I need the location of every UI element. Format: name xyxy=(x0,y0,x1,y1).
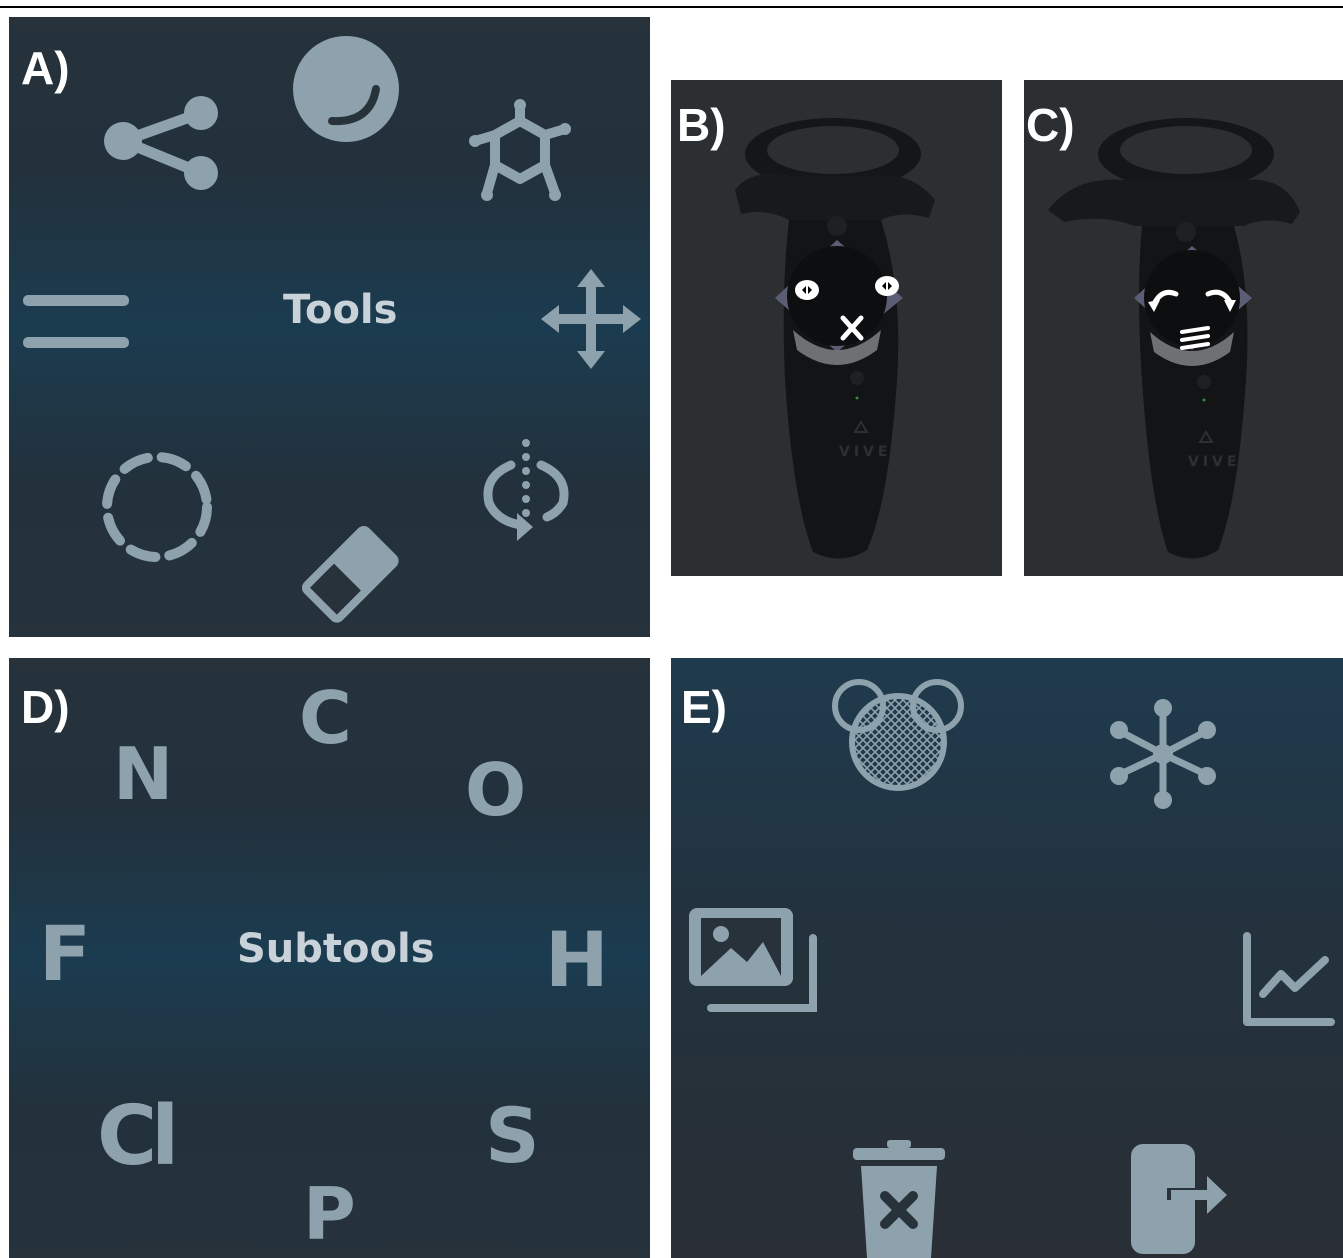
tools-radial-menu: A) Tools xyxy=(9,17,650,637)
controller-brand-text: VIVE xyxy=(839,444,892,460)
line-chart-icon[interactable] xyxy=(1237,930,1337,1030)
eraser-icon[interactable] xyxy=(291,515,411,633)
dashed-circle-icon[interactable] xyxy=(97,451,217,563)
element-fluorine[interactable]: F xyxy=(39,916,91,992)
controller-undo-view: C) VIVE xyxy=(1024,80,1343,576)
move-arrows-icon[interactable] xyxy=(541,269,641,369)
exit-icon[interactable] xyxy=(1127,1140,1231,1258)
element-oxygen[interactable]: O xyxy=(465,754,526,826)
delete-icon[interactable] xyxy=(849,1140,949,1258)
controller-tools-view: B) VIVE xyxy=(671,80,1002,576)
controller-brand-text: VIVE xyxy=(1188,454,1241,470)
element-chlorine[interactable]: Cl xyxy=(97,1096,179,1178)
element-carbon[interactable]: C xyxy=(299,682,352,754)
left-arrow-icon[interactable] xyxy=(793,278,821,302)
mesh-surface-icon[interactable] xyxy=(831,676,965,794)
subtools-center-title: Subtools xyxy=(237,926,435,972)
panel-e-label: E) xyxy=(681,681,727,733)
element-hydrogen[interactable]: H xyxy=(545,922,609,998)
element-nitrogen[interactable]: N xyxy=(113,738,173,810)
menu-icon[interactable] xyxy=(1178,324,1212,352)
molecule-spokes-icon[interactable] xyxy=(1107,698,1219,810)
subtools-radial-menu: D) C N O F Subtools H Cl S P xyxy=(9,658,650,1258)
redo-icon[interactable] xyxy=(1206,286,1238,316)
top-rule xyxy=(0,6,1343,8)
share-icon[interactable] xyxy=(101,95,221,191)
menu-icon[interactable] xyxy=(21,291,133,351)
right-arrow-icon[interactable] xyxy=(873,274,901,298)
tools-icon[interactable] xyxy=(837,312,867,342)
element-sulfur[interactable]: S xyxy=(485,1098,540,1174)
panel-a-label: A) xyxy=(21,42,70,94)
rotate-icon[interactable] xyxy=(471,437,581,547)
image-gallery-icon[interactable] xyxy=(685,904,821,1016)
tools-center-title: Tools xyxy=(283,287,398,333)
undo-icon[interactable] xyxy=(1146,286,1178,316)
molecule-ring-icon[interactable] xyxy=(465,99,575,209)
panel-d-label: D) xyxy=(21,681,70,733)
element-phosphorus[interactable]: P xyxy=(303,1178,356,1250)
extras-radial-menu: E) xyxy=(671,658,1343,1258)
sphere-icon[interactable] xyxy=(292,35,400,143)
